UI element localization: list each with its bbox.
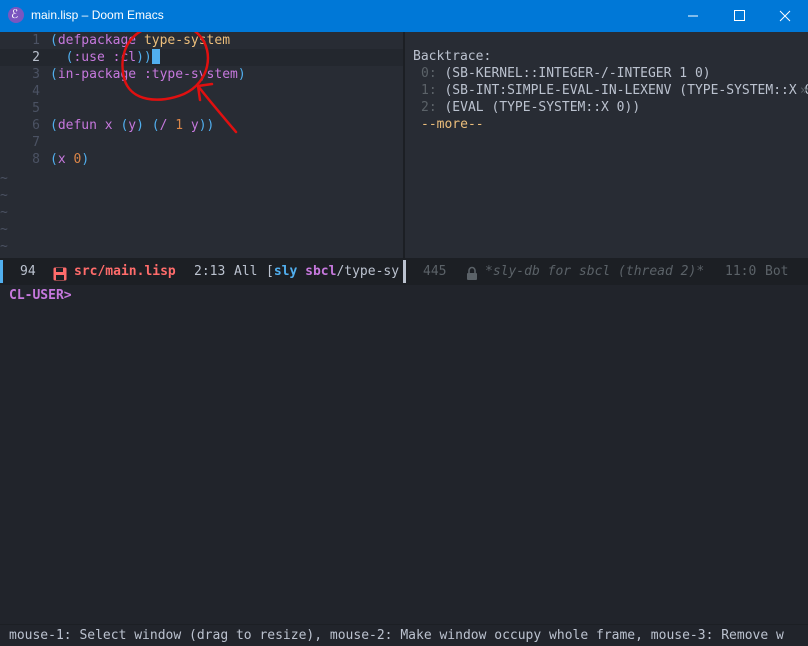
close-icon bbox=[779, 10, 791, 22]
more-button[interactable]: --more-- bbox=[421, 116, 484, 133]
sly-db-window[interactable]: Backtrace: 0: (SB-KERNEL::INTEGER-/-INTE… bbox=[405, 32, 808, 258]
maximize-icon bbox=[734, 10, 745, 21]
left-scroll-indicator: All bbox=[234, 264, 258, 279]
sly-label: sly bbox=[273, 264, 298, 279]
backtrace-frame[interactable]: 2: (EVAL (TYPE-SYSTEM::X 0)) bbox=[421, 99, 640, 116]
emacs-app-icon: ℰ bbox=[8, 7, 24, 23]
mode-line: 94 src/main.lisp 2:13 All [sly sbcl/type… bbox=[0, 258, 808, 285]
red-annotation-circle-arrow bbox=[121, 32, 238, 134]
right-cursor-position: 11:0 bbox=[725, 264, 757, 279]
echo-message: mouse-1: Select window (drag to resize),… bbox=[9, 628, 784, 643]
right-buffer-name[interactable]: *sly-db for sbcl (thread 2)* bbox=[485, 258, 704, 285]
repl-prompt: CL-USER> bbox=[9, 288, 72, 303]
left-buffer-name[interactable]: src/main.lisp bbox=[74, 258, 176, 285]
backtrace-frame[interactable]: 1: (SB-INT:SIMPLE-EVAL-IN-LEXENV (TYPE-S… bbox=[421, 82, 808, 99]
sly-package: /type-sy bbox=[336, 264, 400, 279]
maximize-button[interactable] bbox=[716, 0, 762, 32]
minimize-button[interactable] bbox=[670, 0, 716, 32]
echo-area: mouse-1: Select window (drag to resize),… bbox=[0, 624, 808, 646]
title-bar: ℰ main.lisp – Doom Emacs bbox=[0, 0, 808, 32]
frame-text: (SB-KERNEL::INTEGER-/-INTEGER 1 0) bbox=[444, 66, 711, 81]
emacs-icon-letter: ℰ bbox=[11, 7, 19, 21]
frame-text: (SB-INT:SIMPLE-EVAL-IN-LEXENV (TYPE-SYST… bbox=[444, 83, 808, 98]
backtrace-heading: Backtrace: bbox=[413, 49, 492, 64]
frame-index: 2: bbox=[421, 100, 437, 115]
frame-text: (EVAL (TYPE-SYSTEM::X 0)) bbox=[444, 100, 641, 115]
truncation-indicator: » bbox=[800, 83, 808, 98]
modeline-divider[interactable] bbox=[403, 260, 406, 283]
frame-index: 0: bbox=[421, 66, 437, 81]
window-title: main.lisp – Doom Emacs bbox=[31, 8, 164, 22]
sly-connection-status[interactable]: [sly sbcl/type-sy bbox=[266, 258, 399, 285]
left-cursor-position: 2:13 bbox=[194, 264, 226, 279]
repl-window[interactable]: CL-USER> bbox=[0, 285, 808, 622]
sly-impl: sbcl bbox=[305, 264, 337, 279]
active-window-indicator bbox=[0, 260, 3, 283]
minimize-icon bbox=[688, 15, 698, 17]
right-scroll-indicator: Bot bbox=[765, 264, 789, 279]
left-line-count: 94 bbox=[20, 264, 36, 279]
backtrace-frame[interactable]: 0: (SB-KERNEL::INTEGER-/-INTEGER 1 0) bbox=[421, 65, 711, 82]
close-button[interactable] bbox=[762, 0, 808, 32]
sly-open-bracket: [ bbox=[266, 264, 274, 279]
right-line-count: 445 bbox=[423, 264, 447, 279]
frame-index: 1: bbox=[421, 83, 437, 98]
code-editor-window[interactable]: 1 (defpackage type-system 2 (:use :cl)) 3 (i… bbox=[0, 32, 403, 258]
